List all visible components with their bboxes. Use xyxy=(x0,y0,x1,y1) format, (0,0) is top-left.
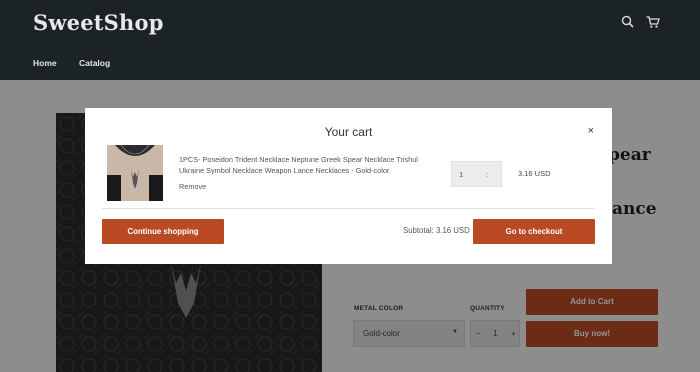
continue-shopping-button[interactable]: Continue shopping xyxy=(102,219,224,244)
cart-item-price: 3.16 USD xyxy=(518,169,551,178)
cart-title: Your cart xyxy=(324,125,373,139)
nav-catalog[interactable]: Catalog xyxy=(79,58,110,68)
nav-home[interactable]: Home xyxy=(33,58,57,68)
cart-item-thumbnail[interactable] xyxy=(107,145,163,201)
site-header: SweetShop Home Catalog xyxy=(0,0,700,80)
go-to-checkout-button[interactable]: Go to checkout xyxy=(473,219,595,244)
cart-modal: Your cart × 1PCS- Poseidon Trident Neckl… xyxy=(85,108,612,264)
cart-qty-spinner-icon[interactable]: : xyxy=(486,170,488,179)
cart-divider xyxy=(102,208,595,209)
remove-item-link[interactable]: Remove xyxy=(179,182,206,191)
cart-qty-value[interactable]: 1 xyxy=(459,170,463,179)
search-icon[interactable] xyxy=(620,14,636,30)
cart-item-quantity-input[interactable]: 1 : xyxy=(451,161,502,187)
cart-subtotal: Subtotal: 3.16 USD xyxy=(403,226,470,235)
store-logo[interactable]: SweetShop xyxy=(33,10,164,35)
close-icon[interactable]: × xyxy=(588,125,594,137)
cart-icon[interactable] xyxy=(645,14,661,30)
cart-item-name[interactable]: 1PCS- Poseidon Trident Necklace Neptune … xyxy=(179,154,429,176)
